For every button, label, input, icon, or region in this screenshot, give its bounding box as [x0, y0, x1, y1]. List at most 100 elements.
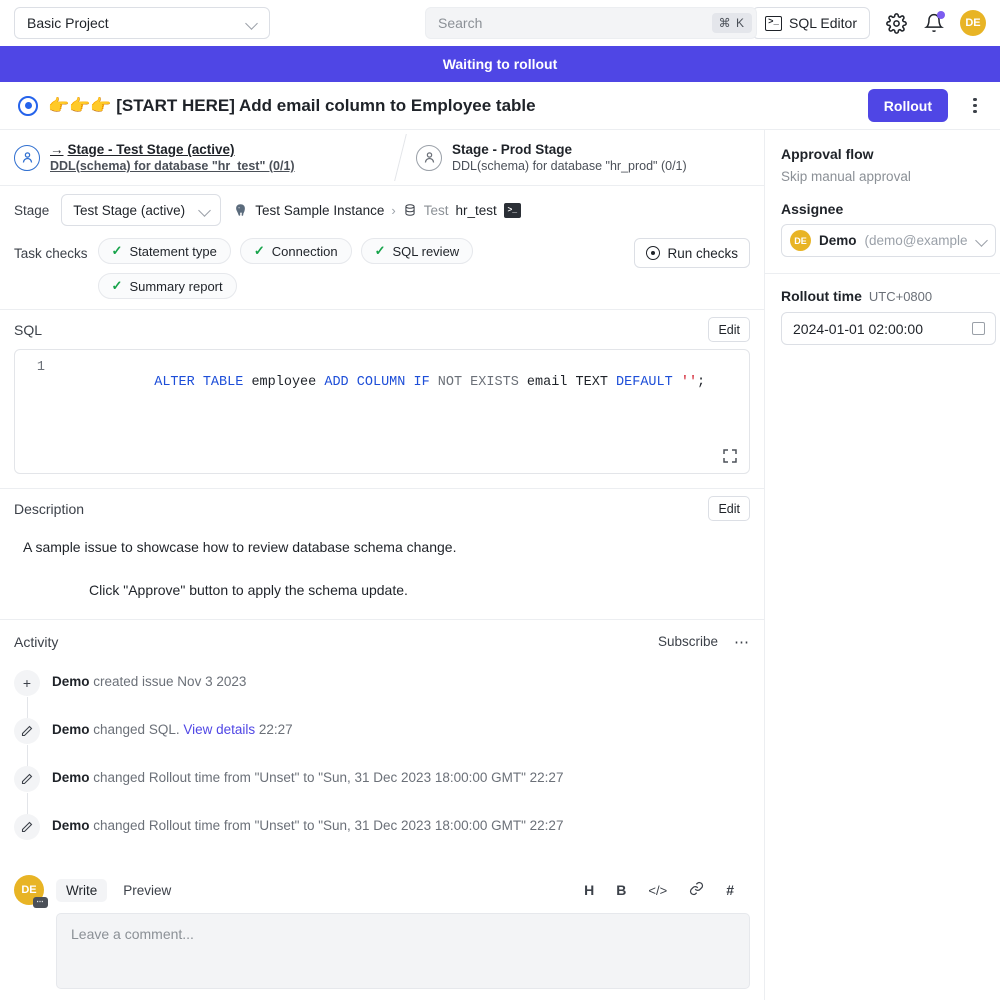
comment-input[interactable]: Leave a comment... [56, 913, 750, 989]
pencil-icon [14, 814, 40, 840]
activity-text: Demo created issue Nov 3 2023 [52, 669, 246, 689]
stage-card-prod[interactable]: Stage - Prod Stage DDL(schema) for datab… [402, 130, 701, 185]
markdown-toolbar: H B </> # [584, 881, 750, 899]
bold-icon[interactable]: B [616, 882, 626, 898]
task-checks-section: Task checks ✓ Statement type ✓ Connectio… [0, 234, 764, 309]
activity-detail: created issue Nov 3 2023 [90, 674, 247, 689]
comment-tabs: Write Preview H B </> [56, 875, 750, 905]
task-check-badge[interactable]: ✓ SQL review [361, 238, 474, 264]
subscribe-button[interactable]: Subscribe [658, 634, 718, 649]
search-input[interactable]: Search ⌘ K [425, 7, 757, 39]
sql-code: ALTER TABLE employee ADD COLUMN IF NOT E… [57, 360, 705, 405]
check-icon: ✓ [375, 243, 386, 259]
gear-icon [886, 13, 907, 34]
issue-status-icon [18, 96, 38, 116]
breadcrumb-separator-icon: › [391, 203, 395, 218]
task-checks-list: ✓ Statement type ✓ Connection ✓ SQL revi… [98, 238, 618, 299]
chevron-down-icon [976, 234, 989, 247]
notifications-button[interactable] [922, 11, 946, 35]
top-bar: Basic Project Search ⌘ K >_ SQL Editor [0, 0, 1000, 46]
rollout-button[interactable]: Rollout [868, 89, 948, 122]
approval-flow-value: Skip manual approval [781, 169, 996, 184]
task-check-badge[interactable]: ✓ Summary report [98, 273, 237, 299]
activity-time: 22:27 [255, 722, 293, 737]
edit-description-button[interactable]: Edit [708, 496, 750, 521]
stage-subtitle: DDL(schema) for database "hr_test" (0/1) [50, 159, 295, 173]
more-options-icon[interactable] [964, 98, 986, 114]
postgres-elephant-icon [233, 203, 248, 218]
rollout-time-header: Rollout time UTC+0800 [781, 288, 996, 304]
avatar: DE [790, 230, 811, 251]
page-body: → Stage - Test Stage (active) DDL(schema… [0, 130, 1000, 1000]
sql-token: email TEXT [527, 375, 616, 390]
sql-code-line: 1 ALTER TABLE employee ADD COLUMN IF NOT… [15, 350, 749, 405]
edit-sql-button[interactable]: Edit [708, 317, 750, 342]
check-icon: ✓ [112, 243, 123, 259]
check-icon: ✓ [254, 243, 265, 259]
run-checks-button[interactable]: Run checks [634, 238, 750, 268]
activity-detail: changed Rollout time from "Unset" to "Su… [90, 770, 564, 785]
view-details-link[interactable]: View details [183, 722, 255, 737]
comment-composer: DE ⋯ Write Preview H B </> [0, 861, 764, 989]
task-check-label: Connection [272, 244, 338, 259]
task-check-badge[interactable]: ✓ Statement type [98, 238, 231, 264]
stage-title: Stage - Prod Stage [452, 142, 687, 157]
rollout-timezone: UTC+0800 [869, 289, 932, 304]
project-selector[interactable]: Basic Project [14, 7, 270, 39]
activity-actor: Demo [52, 722, 90, 737]
stage-dropdown-value: Test Stage (active) [73, 203, 185, 218]
calendar-icon[interactable] [972, 322, 985, 335]
rollout-time-input[interactable]: 2024-01-01 02:00:00 [781, 312, 996, 345]
description-line-2: Click "Approve" button to apply the sche… [14, 561, 750, 604]
heading-icon[interactable]: H [584, 882, 594, 898]
task-checks-label: Task checks [14, 238, 88, 299]
expand-icon[interactable] [722, 448, 738, 464]
user-avatar[interactable]: DE [960, 10, 986, 36]
target-icon [646, 246, 660, 260]
sql-token: employee [251, 375, 324, 390]
database-icon [403, 203, 417, 217]
sql-editor-button[interactable]: >_ SQL Editor [752, 7, 870, 39]
assignee-dropdown[interactable]: DE Demo (demo@example [781, 224, 996, 257]
top-bar-actions: >_ SQL Editor DE [752, 7, 986, 39]
rollout-time-value: 2024-01-01 02:00:00 [793, 321, 923, 337]
project-name: Basic Project [27, 15, 109, 31]
assignee-email: (demo@example [865, 233, 968, 248]
code-icon[interactable]: </> [648, 883, 667, 898]
task-check-label: Statement type [129, 244, 216, 259]
stage-subtitle: DDL(schema) for database "hr_prod" (0/1) [452, 159, 687, 173]
activity-text: Demo changed Rollout time from "Unset" t… [52, 813, 563, 833]
notification-dot [937, 11, 945, 19]
activity-item: Demo changed Rollout time from "Unset" t… [14, 765, 750, 813]
sql-token: NOT EXISTS [438, 375, 527, 390]
stage-card-test[interactable]: → Stage - Test Stage (active) DDL(schema… [0, 130, 376, 185]
tab-write[interactable]: Write [56, 879, 107, 902]
terminal-icon[interactable]: >_ [504, 203, 521, 218]
tab-preview[interactable]: Preview [113, 879, 181, 902]
arrow-icon: → [50, 142, 64, 157]
sql-editor-panel[interactable]: 1 ALTER TABLE employee ADD COLUMN IF NOT… [14, 349, 750, 474]
activity-section-title: Activity [14, 634, 58, 650]
chevron-down-icon [199, 204, 212, 217]
line-number: 1 [15, 360, 57, 405]
stage-dropdown[interactable]: Test Stage (active) [61, 194, 221, 226]
hash-icon[interactable]: # [726, 882, 734, 898]
activity-item: Demo changed Rollout time from "Unset" t… [14, 813, 750, 861]
activity-section-header: Activity Subscribe ⋯ [0, 619, 764, 663]
sidebar-divider [765, 273, 1000, 274]
description-section-header: Description Edit [0, 488, 764, 528]
activity-more-icon[interactable]: ⋯ [734, 633, 750, 651]
activity-actor: Demo [52, 674, 90, 689]
activity-detail: changed SQL. [90, 722, 184, 737]
person-icon [14, 145, 40, 171]
task-check-badge[interactable]: ✓ Connection [240, 238, 352, 264]
activity-text: Demo changed SQL. View details 22:27 [52, 717, 293, 737]
description-body: A sample issue to showcase how to review… [0, 528, 764, 619]
activity-actor: Demo [52, 770, 90, 785]
link-icon[interactable] [689, 881, 704, 899]
settings-button[interactable] [884, 11, 908, 35]
activity-item: + Demo created issue Nov 3 2023 [14, 669, 750, 717]
comment-bubble-icon: ⋯ [33, 897, 48, 908]
pencil-icon [14, 766, 40, 792]
description-line-1: A sample issue to showcase how to review… [14, 534, 750, 561]
